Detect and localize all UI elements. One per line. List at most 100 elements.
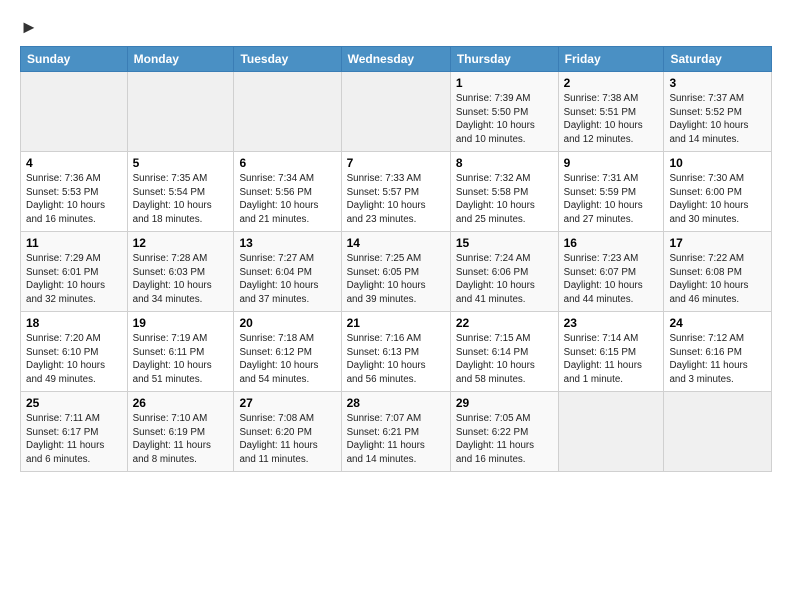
week-row-5: 25 Sunrise: 7:11 AM Sunset: 6:17 PM Dayli… [21, 391, 772, 471]
day-info: Sunrise: 7:25 AM Sunset: 6:05 PM Dayligh… [347, 252, 445, 307]
empty-cell [127, 71, 234, 151]
day-number: 25 [26, 396, 122, 410]
day-cell-2: 2Sunrise: 7:38 AM Sunset: 5:51 PM Daylig… [558, 71, 664, 151]
day-number: 3 [669, 76, 766, 90]
day-cell-13: 13 Sunrise: 7:27 AM Sunset: 6:04 PM Dayli… [234, 231, 341, 311]
day-cell-12: 12 Sunrise: 7:28 AM Sunset: 6:03 PM Dayli… [127, 231, 234, 311]
day-cell-22: 22 Sunrise: 7:15 AM Sunset: 6:14 PM Dayli… [450, 311, 558, 391]
day-number: 6 [239, 156, 335, 170]
day-number: 18 [26, 316, 122, 330]
day-info: Sunrise: 7:14 AM Sunset: 6:15 PM Dayligh… [564, 332, 659, 387]
day-number: 16 [564, 236, 659, 250]
header: ► [20, 18, 772, 38]
day-cell-27: 27Sunrise: 7:08 AM Sunset: 6:20 PM Dayli… [234, 391, 341, 471]
col-header-friday: Friday [558, 46, 664, 71]
day-number: 14 [347, 236, 445, 250]
day-info: Sunrise: 7:34 AM Sunset: 5:56 PM Dayligh… [239, 172, 335, 227]
day-info: Sunrise: 7:24 AM Sunset: 6:06 PM Dayligh… [456, 252, 553, 307]
day-number: 23 [564, 316, 659, 330]
day-cell-29: 29 Sunrise: 7:05 AM Sunset: 6:22 PM Dayli… [450, 391, 558, 471]
day-number: 26 [133, 396, 229, 410]
col-header-thursday: Thursday [450, 46, 558, 71]
day-number: 29 [456, 396, 553, 410]
day-info: Sunrise: 7:31 AM Sunset: 5:59 PM Dayligh… [564, 172, 659, 227]
day-cell-20: 20 Sunrise: 7:18 AM Sunset: 6:12 PM Dayli… [234, 311, 341, 391]
day-info: Sunrise: 7:36 AM Sunset: 5:53 PM Dayligh… [26, 172, 122, 227]
day-info: Sunrise: 7:07 AM Sunset: 6:21 PM Dayligh… [347, 412, 445, 467]
day-info: Sunrise: 7:28 AM Sunset: 6:03 PM Dayligh… [133, 252, 229, 307]
day-info: Sunrise: 7:12 AM Sunset: 6:16 PM Dayligh… [669, 332, 766, 387]
day-info: Sunrise: 7:33 AM Sunset: 5:57 PM Dayligh… [347, 172, 445, 227]
day-cell-6: 6 Sunrise: 7:34 AM Sunset: 5:56 PM Daylig… [234, 151, 341, 231]
day-number: 15 [456, 236, 553, 250]
day-info: Sunrise: 7:15 AM Sunset: 6:14 PM Dayligh… [456, 332, 553, 387]
day-cell-25: 25 Sunrise: 7:11 AM Sunset: 6:17 PM Dayli… [21, 391, 128, 471]
header-row: SundayMondayTuesdayWednesdayThursdayFrid… [21, 46, 772, 71]
day-cell-24: 24 Sunrise: 7:12 AM Sunset: 6:16 PM Dayli… [664, 311, 772, 391]
day-number: 19 [133, 316, 229, 330]
logo: ► [20, 18, 38, 38]
week-row-3: 11 Sunrise: 7:29 AM Sunset: 6:01 PM Dayli… [21, 231, 772, 311]
day-cell-17: 17 Sunrise: 7:22 AM Sunset: 6:08 PM Dayli… [664, 231, 772, 311]
day-number: 13 [239, 236, 335, 250]
day-info: Sunrise: 7:05 AM Sunset: 6:22 PM Dayligh… [456, 412, 553, 467]
calendar-table: SundayMondayTuesdayWednesdayThursdayFrid… [20, 46, 772, 472]
col-header-tuesday: Tuesday [234, 46, 341, 71]
day-number: 28 [347, 396, 445, 410]
empty-cell [21, 71, 128, 151]
day-cell-16: 16 Sunrise: 7:23 AM Sunset: 6:07 PM Dayli… [558, 231, 664, 311]
day-info: Sunrise: 7:35 AM Sunset: 5:54 PM Dayligh… [133, 172, 229, 227]
empty-cell [664, 391, 772, 471]
day-info: Sunrise: 7:29 AM Sunset: 6:01 PM Dayligh… [26, 252, 122, 307]
day-info: Sunrise: 7:20 AM Sunset: 6:10 PM Dayligh… [26, 332, 122, 387]
day-cell-26: 26 Sunrise: 7:10 AM Sunset: 6:19 PM Dayli… [127, 391, 234, 471]
day-cell-9: 9 Sunrise: 7:31 AM Sunset: 5:59 PM Daylig… [558, 151, 664, 231]
day-info: Sunrise: 7:23 AM Sunset: 6:07 PM Dayligh… [564, 252, 659, 307]
day-info: Sunrise: 7:27 AM Sunset: 6:04 PM Dayligh… [239, 252, 335, 307]
day-info: Sunrise: 7:19 AM Sunset: 6:11 PM Dayligh… [133, 332, 229, 387]
day-number: 7 [347, 156, 445, 170]
logo-text: ► [20, 18, 38, 38]
day-number: 24 [669, 316, 766, 330]
day-number: 22 [456, 316, 553, 330]
day-number: 17 [669, 236, 766, 250]
day-info: Sunrise: 7:30 AM Sunset: 6:00 PM Dayligh… [669, 172, 766, 227]
day-number: 9 [564, 156, 659, 170]
logo-icon: ► [20, 18, 38, 38]
empty-cell [234, 71, 341, 151]
day-cell-21: 21 Sunrise: 7:16 AM Sunset: 6:13 PM Dayli… [341, 311, 450, 391]
day-number: 5 [133, 156, 229, 170]
day-number: 12 [133, 236, 229, 250]
day-cell-1: 1 Sunrise: 7:39 AM Sunset: 5:50 PM Daylig… [450, 71, 558, 151]
day-number: 4 [26, 156, 122, 170]
page: ► SundayMondayTuesdayWednesdayThursdayFr… [0, 0, 792, 482]
empty-cell [558, 391, 664, 471]
day-cell-11: 11 Sunrise: 7:29 AM Sunset: 6:01 PM Dayli… [21, 231, 128, 311]
day-info: Sunrise: 7:32 AM Sunset: 5:58 PM Dayligh… [456, 172, 553, 227]
day-info: Sunrise: 7:10 AM Sunset: 6:19 PM Dayligh… [133, 412, 229, 467]
day-info: Sunrise: 7:22 AM Sunset: 6:08 PM Dayligh… [669, 252, 766, 307]
day-number: 11 [26, 236, 122, 250]
day-info: Sunrise: 7:18 AM Sunset: 6:12 PM Dayligh… [239, 332, 335, 387]
day-info: Sunrise: 7:39 AM Sunset: 5:50 PM Dayligh… [456, 92, 553, 147]
col-header-sunday: Sunday [21, 46, 128, 71]
day-number: 1 [456, 76, 553, 90]
day-info: Sunrise: 7:11 AM Sunset: 6:17 PM Dayligh… [26, 412, 122, 467]
day-cell-15: 15 Sunrise: 7:24 AM Sunset: 6:06 PM Dayli… [450, 231, 558, 311]
day-number: 10 [669, 156, 766, 170]
day-number: 20 [239, 316, 335, 330]
day-cell-28: 28 Sunrise: 7:07 AM Sunset: 6:21 PM Dayli… [341, 391, 450, 471]
day-cell-8: 8 Sunrise: 7:32 AM Sunset: 5:58 PM Daylig… [450, 151, 558, 231]
day-number: 8 [456, 156, 553, 170]
day-number: 2 [564, 76, 659, 90]
week-row-4: 18 Sunrise: 7:20 AM Sunset: 6:10 PM Dayli… [21, 311, 772, 391]
day-cell-18: 18 Sunrise: 7:20 AM Sunset: 6:10 PM Dayli… [21, 311, 128, 391]
day-cell-23: 23 Sunrise: 7:14 AM Sunset: 6:15 PM Dayli… [558, 311, 664, 391]
col-header-wednesday: Wednesday [341, 46, 450, 71]
day-cell-4: 4 Sunrise: 7:36 AM Sunset: 5:53 PM Daylig… [21, 151, 128, 231]
day-info: Sunrise: 7:08 AM Sunset: 6:20 PM Dayligh… [239, 412, 335, 467]
day-info: Sunrise: 7:16 AM Sunset: 6:13 PM Dayligh… [347, 332, 445, 387]
empty-cell [341, 71, 450, 151]
col-header-saturday: Saturday [664, 46, 772, 71]
day-number: 21 [347, 316, 445, 330]
